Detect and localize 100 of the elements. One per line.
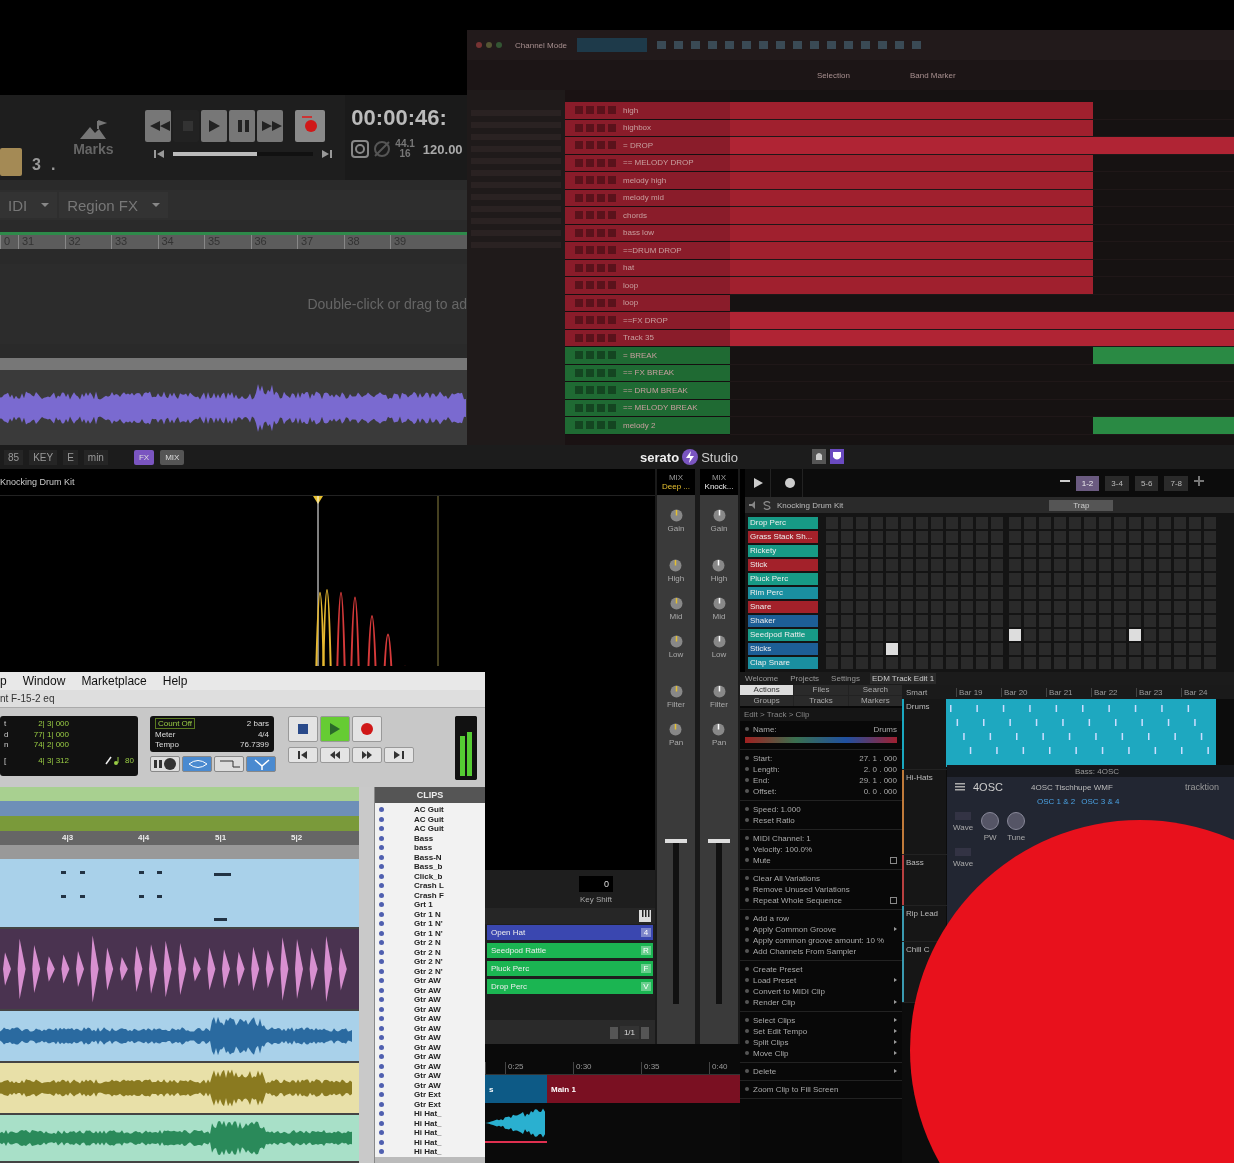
clip[interactable]: [730, 102, 1093, 119]
color-picker-bar[interactable]: [745, 737, 897, 743]
fx-button[interactable]: FX: [133, 449, 155, 465]
position-slider[interactable]: [173, 152, 314, 156]
clip-list-item[interactable]: Gtr 1 N': [414, 928, 443, 938]
mode-button[interactable]: [150, 755, 180, 772]
clip[interactable]: [1093, 417, 1234, 434]
drum-sample-button[interactable]: Sticks: [748, 643, 818, 655]
menu-item[interactable]: Window: [22, 674, 66, 689]
clip-list-item[interactable]: Gtr AW: [414, 1071, 441, 1081]
knob[interactable]: [712, 685, 726, 698]
property-row[interactable]: Offset: 0. 0 . 000: [740, 786, 902, 796]
oscillator-tab[interactable]: OSC 1 & 2: [1037, 797, 1076, 806]
volume-fader[interactable]: [665, 839, 687, 1004]
mix-button[interactable]: MIX: [160, 449, 185, 465]
property-row[interactable]: Apply common groove amount: 10 %: [740, 935, 902, 945]
property-row[interactable]: Delete: [740, 1066, 902, 1076]
property-row[interactable]: Start: 27. 1 . 000: [740, 753, 902, 763]
panel-tab[interactable]: Markers: [848, 696, 902, 706]
bell-icon[interactable]: [812, 449, 826, 464]
drum-sample-button[interactable]: Stick: [748, 559, 818, 571]
record-button[interactable]: [295, 110, 326, 142]
fast-forward-button[interactable]: [352, 746, 382, 763]
clip[interactable]: [730, 312, 1234, 329]
clip-list-item[interactable]: Gtr 1 N': [414, 919, 443, 929]
property-row[interactable]: Mute: [740, 855, 902, 865]
step-cell[interactable]: [1129, 629, 1141, 641]
property-row[interactable]: Name: Drums: [740, 724, 902, 734]
track-header[interactable]: = DROP: [565, 137, 730, 155]
window-tab[interactable]: EDM Track Edit 1: [870, 673, 937, 684]
checkbox[interactable]: [890, 896, 897, 904]
window-tab[interactable]: Welcome: [743, 673, 781, 684]
clip-list-item[interactable]: Hi Hat_: [414, 1128, 442, 1138]
clip-list-item[interactable]: Bass_b: [414, 862, 443, 872]
clip-list-item[interactable]: Hi Hat_: [414, 1109, 442, 1119]
property-row[interactable]: Add a row: [740, 913, 902, 923]
window-controls-icon[interactable]: [475, 41, 505, 49]
property-row[interactable]: Render Clip: [740, 997, 902, 1007]
track-header[interactable]: ==FX DROP: [565, 312, 730, 330]
speaker-icon[interactable]: [749, 501, 757, 509]
track-header[interactable]: chords: [565, 207, 730, 225]
clip-list-item[interactable]: Gtr AW: [414, 1042, 441, 1052]
track-name[interactable]: Rip Lead: [906, 909, 939, 918]
preset-selector[interactable]: 4OSC Tischhupe WMF: [1030, 782, 1113, 792]
property-row[interactable]: Move Clip: [740, 1048, 902, 1058]
menu-icon[interactable]: [955, 783, 965, 791]
menu-item[interactable]: Help: [162, 674, 188, 689]
property-row[interactable]: Repeat Whole Sequence: [740, 895, 902, 905]
property-row[interactable]: Load Preset: [740, 975, 902, 985]
property-row[interactable]: Add Channels From Sampler: [740, 946, 902, 956]
panel-tab[interactable]: Tracks: [794, 696, 848, 706]
pattern-tab[interactable]: 7-8: [1164, 475, 1188, 491]
drum-sample-button[interactable]: Rim Perc: [748, 587, 818, 599]
property-row[interactable]: Reset Ratio: [740, 815, 902, 825]
clip[interactable]: [730, 242, 1093, 259]
clip-list-item[interactable]: Gtr AW: [414, 1052, 441, 1062]
clip-list-item[interactable]: Gtr AW: [414, 1080, 441, 1090]
clip-list-item[interactable]: bass: [414, 843, 433, 853]
track-name[interactable]: Hi-Hats: [906, 773, 933, 782]
go-to-start-button[interactable]: [288, 746, 318, 763]
knob[interactable]: [669, 635, 683, 648]
clip-list-item[interactable]: Gtr AW: [414, 976, 441, 986]
clip-list-item[interactable]: Hi Hat_: [414, 1137, 442, 1147]
drum-sample-button[interactable]: Grass Stack Sh...: [748, 531, 818, 543]
panel-tab[interactable]: Search: [848, 685, 902, 695]
track-header[interactable]: high: [565, 102, 730, 120]
clip-list-item[interactable]: Gtr 2 N: [414, 938, 441, 948]
panel-tab[interactable]: Files: [794, 685, 848, 695]
track-name[interactable]: Drums: [906, 702, 930, 711]
stop-button[interactable]: [288, 715, 318, 742]
property-row[interactable]: Split Clips: [740, 1037, 902, 1047]
s-letter-icon[interactable]: [763, 500, 771, 510]
clip-list-item[interactable]: Gtr AW: [414, 995, 441, 1005]
clip-list-item[interactable]: AC Guit: [414, 805, 444, 815]
clip-list-item[interactable]: Gtr AW: [414, 1061, 441, 1071]
property-row[interactable]: Speed: 1.000: [740, 804, 902, 814]
track-header[interactable]: ==DRUM DROP: [565, 242, 730, 260]
plus-icon[interactable]: [1194, 475, 1204, 486]
window-tab[interactable]: Projects: [788, 673, 822, 684]
drum-sample-button[interactable]: Shaker: [748, 615, 818, 627]
menu-item[interactable]: Marketplace: [81, 674, 147, 689]
clip[interactable]: [1093, 347, 1234, 364]
clip-list-item[interactable]: AC Guit: [414, 824, 444, 834]
wheel-icon[interactable]: [373, 140, 392, 158]
pencil-note-icon[interactable]: [105, 756, 122, 765]
pause-button[interactable]: [229, 110, 256, 142]
count-off-toggle[interactable]: Count Off: [155, 718, 196, 730]
property-row[interactable]: End: 29. 1 . 000: [740, 775, 902, 785]
window-tab[interactable]: Settings: [829, 673, 862, 684]
knob[interactable]: [712, 723, 726, 736]
knob[interactable]: [712, 559, 726, 572]
previous-page-button[interactable]: [609, 1026, 618, 1039]
go-to-end-button[interactable]: [384, 746, 414, 763]
knob[interactable]: [669, 559, 683, 572]
clip-list-item[interactable]: Grt 1: [414, 900, 433, 910]
arrangement-clip[interactable]: s: [485, 1075, 547, 1103]
property-row[interactable]: Velocity: 100.0%: [740, 844, 902, 854]
property-row[interactable]: Create Preset: [740, 964, 902, 974]
clip-list-item[interactable]: Gtr AW: [414, 985, 441, 995]
clip-list-item[interactable]: AC Guit: [414, 814, 444, 824]
